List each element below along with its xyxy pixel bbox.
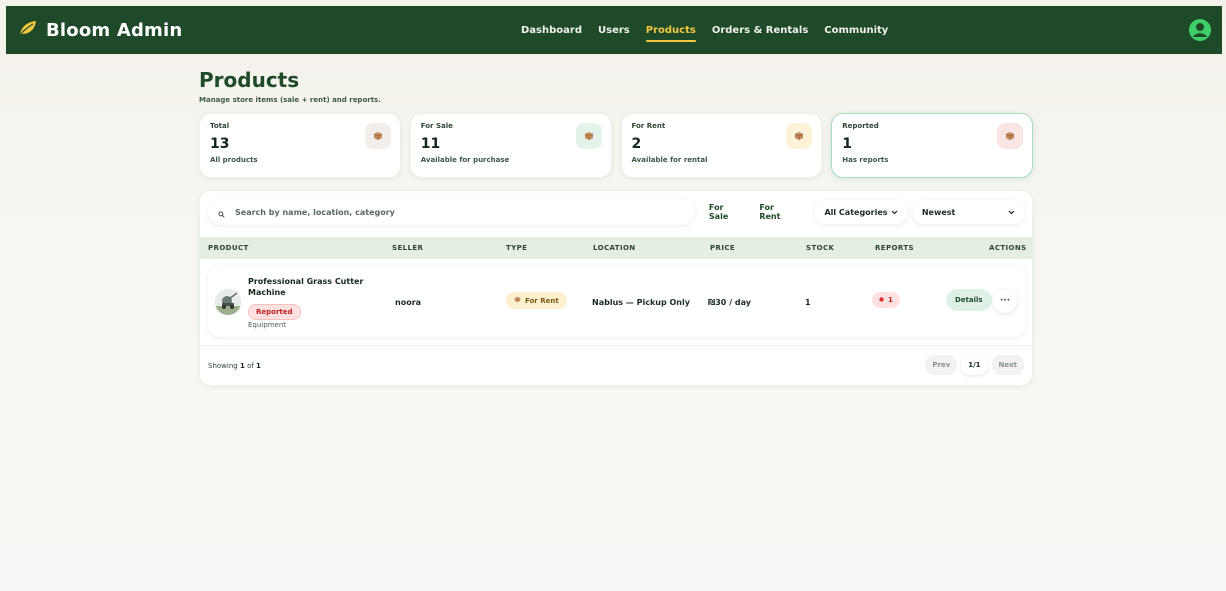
app-window: Bloom Admin Dashboard Users Products Ord…: [6, 6, 1222, 591]
chevron-down-icon: [1008, 208, 1015, 217]
column-header-stock[interactable]: STOCK: [806, 244, 834, 252]
current-page-indicator: 1/1: [961, 355, 988, 375]
column-header-price[interactable]: PRICE: [710, 244, 735, 252]
box-icon: [364, 123, 391, 149]
column-header-location[interactable]: LOCATION: [593, 244, 636, 252]
table-footer: Showing 1 of 1 Prev 1/1 Next: [200, 345, 1032, 385]
reports-count: 1: [888, 296, 893, 304]
nav-item-users[interactable]: Users: [598, 21, 630, 40]
stat-label: For Rent: [631, 122, 666, 130]
more-options-button[interactable]: ···: [993, 289, 1017, 313]
table-header: PRODUCT SELLER TYPE LOCATION PRICE STOCK…: [200, 237, 1032, 259]
stat-desc: Available for rental: [631, 156, 708, 164]
product-name[interactable]: Professional Grass Cutter Machine: [248, 276, 378, 298]
nav-item-orders-rentals[interactable]: Orders & Rentals: [712, 21, 808, 40]
sort-select[interactable]: Newest: [912, 200, 1025, 224]
column-header-seller[interactable]: SELLER: [392, 244, 423, 252]
prev-page-button[interactable]: Prev: [925, 355, 958, 375]
stat-value: 13: [210, 136, 230, 152]
page-title: Products: [199, 68, 300, 92]
box-icon: [514, 296, 521, 305]
next-page-button[interactable]: Next: [991, 355, 1024, 375]
stat-value: 1: [842, 136, 852, 152]
products-panel: For Sale For Rent All Categories Newest …: [199, 190, 1033, 386]
search-input[interactable]: [235, 207, 675, 217]
showing-count: 1: [239, 361, 245, 370]
category-select[interactable]: All Categories: [815, 200, 907, 224]
leaf-logo-icon: [18, 19, 38, 41]
stats-row: Total 13 All products For Sale 11 Availa…: [199, 113, 1033, 178]
column-header-reports[interactable]: REPORTS: [875, 244, 914, 252]
stat-desc: Has reports: [842, 156, 889, 164]
stat-card-reported[interactable]: Reported 1 Has reports: [831, 113, 1033, 178]
filter-for-sale-button[interactable]: For Sale: [709, 203, 745, 221]
brand-name: Bloom Admin: [46, 19, 183, 41]
page-subtitle: Manage store items (sale + rent) and rep…: [199, 96, 381, 104]
stat-card-total[interactable]: Total 13 All products: [199, 113, 401, 178]
stat-desc: All products: [210, 156, 258, 164]
stat-card-for-sale[interactable]: For Sale 11 Available for purchase: [409, 113, 612, 178]
product-price: ₪30 / day: [708, 298, 751, 307]
filter-for-rent-button[interactable]: For Rent: [759, 203, 797, 221]
product-category: Equipment: [248, 321, 286, 329]
brand[interactable]: Bloom Admin: [18, 19, 182, 41]
column-header-type[interactable]: TYPE: [506, 244, 527, 252]
stat-label: For Sale: [420, 122, 453, 130]
box-icon: [786, 123, 813, 149]
nav-item-products[interactable]: Products: [645, 21, 696, 42]
top-navigation-bar: Bloom Admin Dashboard Users Products Ord…: [6, 6, 1222, 54]
stat-label: Reported: [842, 122, 879, 130]
box-icon: [575, 123, 602, 149]
showing-text: Showing 1 of 1: [208, 362, 261, 370]
showing-prefix: Showing: [208, 361, 238, 370]
red-dot-icon: [879, 296, 884, 304]
search-icon: [218, 203, 225, 222]
table-row[interactable]: Professional Grass Cutter Machine Report…: [208, 265, 1026, 337]
showing-of: of: [247, 361, 254, 370]
details-button[interactable]: Details: [946, 289, 992, 311]
box-icon: [997, 123, 1023, 149]
chevron-down-icon: [891, 208, 898, 217]
reports-count-badge[interactable]: 1: [872, 292, 900, 308]
nav-item-dashboard[interactable]: Dashboard: [521, 21, 582, 40]
column-header-actions: ACTIONS: [989, 244, 1027, 252]
product-location: Nablus — Pickup Only: [592, 298, 690, 307]
search-box[interactable]: [208, 199, 695, 225]
reported-badge: Reported: [248, 304, 301, 320]
stat-label: Total: [210, 122, 230, 130]
filter-bar: For Sale For Rent All Categories Newest: [200, 191, 1032, 233]
sort-select-value: Newest: [921, 207, 956, 217]
type-badge: For Rent: [506, 292, 567, 309]
stat-desc: Available for purchase: [420, 156, 510, 164]
pagination: Prev 1/1 Next: [925, 355, 1024, 375]
showing-total: 1: [256, 361, 261, 370]
stat-value: 2: [631, 136, 642, 152]
column-header-product[interactable]: PRODUCT: [208, 244, 249, 252]
stat-value: 11: [420, 136, 441, 152]
stat-card-for-rent[interactable]: For Rent 2 Available for rental: [620, 113, 823, 178]
main-nav: Dashboard Users Products Orders & Rental…: [521, 6, 888, 54]
main-content: Products Manage store items (sale + rent…: [199, 68, 1033, 386]
product-stock: 1: [805, 298, 811, 307]
nav-item-community[interactable]: Community: [824, 21, 888, 40]
category-select-value: All Categories: [824, 207, 888, 217]
type-badge-label: For Rent: [525, 296, 559, 305]
product-thumbnail: [215, 289, 241, 315]
account-avatar-icon[interactable]: [1188, 18, 1212, 46]
product-seller: noora: [395, 298, 422, 307]
